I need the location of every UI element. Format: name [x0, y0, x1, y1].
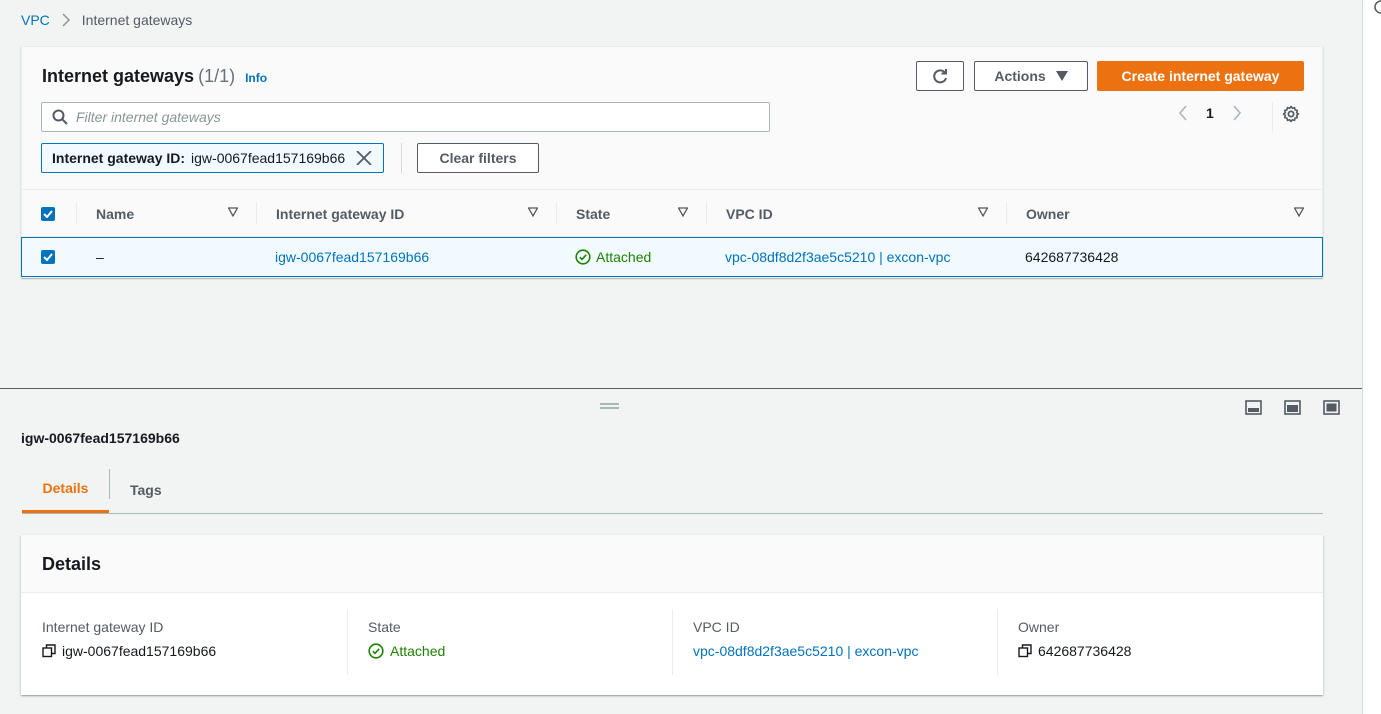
pagination: 1	[1178, 105, 1242, 121]
column-header-owner[interactable]: Owner	[1026, 190, 1322, 237]
tab-tags[interactable]: Tags	[130, 466, 162, 513]
column-header-vpc-id[interactable]: VPC ID	[726, 190, 1006, 237]
cell-gateway-id-link[interactable]: igw-0067fead157169b66	[275, 238, 429, 276]
breadcrumb-vpc-link[interactable]: VPC	[21, 12, 50, 28]
clear-filters-button[interactable]: Clear filters	[417, 143, 539, 173]
cell-state: Attached	[575, 238, 651, 276]
search-input[interactable]	[76, 109, 726, 125]
detail-tabs: Details Tags	[22, 466, 1323, 514]
filter-search[interactable]	[41, 102, 770, 132]
gear-icon	[1282, 105, 1300, 123]
actions-label: Actions	[994, 68, 1046, 84]
column-header-name[interactable]: Name	[96, 190, 256, 237]
panel-title-text: Internet gateways	[42, 66, 195, 86]
layout-middle-icon[interactable]	[1284, 400, 1301, 415]
status-success-icon	[575, 249, 591, 265]
split-panel-layout-controls	[1245, 400, 1340, 415]
right-edge-strip	[1363, 0, 1381, 714]
chevron-right-icon[interactable]	[1232, 105, 1242, 121]
page-number[interactable]: 1	[1206, 105, 1214, 121]
cell-name: –	[96, 249, 104, 265]
preferences-button[interactable]	[1282, 105, 1300, 126]
status-success-icon	[368, 643, 384, 659]
breadcrumb-current: Internet gateways	[81, 12, 193, 28]
detail-vpc-id-link[interactable]: vpc-08df8d2f3ae5c5210 | excon-vpc	[693, 643, 918, 659]
sort-caret-icon	[678, 207, 688, 217]
table-header: Name Internet gateway ID State VPC ID Ow…	[22, 189, 1322, 237]
layout-bottom-icon[interactable]	[1245, 400, 1262, 415]
details-card-title: Details	[42, 554, 102, 574]
column-header-internet-gateway-id[interactable]: Internet gateway ID	[276, 190, 556, 237]
details-card: Details Internet gateway ID igw-0067fead…	[21, 535, 1323, 695]
copy-icon[interactable]	[42, 644, 56, 658]
table-row[interactable]: – igw-0067fead157169b66 Attached vpc-08d…	[21, 237, 1323, 277]
sort-caret-icon	[528, 207, 538, 217]
tab-divider	[109, 469, 110, 499]
caret-down-icon	[1055, 71, 1068, 81]
sort-caret-icon	[228, 207, 238, 217]
help-panel-icon[interactable]	[1372, 0, 1381, 14]
filter-token: Internet gateway ID: igw-0067fead157169b…	[41, 143, 385, 173]
page-title: Internet gateways (1/1) Info	[42, 66, 267, 87]
cell-owner: 642687736428	[1025, 249, 1119, 265]
pager-divider	[1272, 102, 1273, 132]
sort-caret-icon	[978, 207, 988, 217]
detail-title: igw-0067fead157169b66	[21, 430, 180, 446]
select-all-cell	[41, 190, 81, 237]
copy-icon[interactable]	[1018, 644, 1032, 658]
split-panel-resize-handle[interactable]	[600, 403, 619, 409]
check-icon	[43, 209, 53, 218]
info-link[interactable]: Info	[245, 71, 267, 85]
refresh-icon	[933, 69, 947, 84]
detail-field-owner: Owner 642687736428	[1018, 619, 1132, 659]
create-internet-gateway-button[interactable]: Create internet gateway	[1097, 61, 1304, 91]
details-card-header: Details	[21, 535, 1323, 593]
panel-title-count: (1/1)	[198, 66, 236, 86]
sort-caret-icon	[1294, 207, 1304, 217]
layout-full-icon[interactable]	[1323, 400, 1340, 415]
cell-vpc-id-link[interactable]: vpc-08df8d2f3ae5c5210 | excon-vpc	[725, 238, 950, 276]
token-divider	[401, 143, 402, 173]
detail-field-gateway-id: Internet gateway ID igw-0067fead157169b6…	[42, 619, 217, 659]
detail-field-vpc-id: VPC ID vpc-08df8d2f3ae5c5210 | excon-vpc	[693, 619, 919, 659]
split-panel-divider	[0, 388, 1362, 389]
check-icon	[43, 253, 53, 261]
refresh-button[interactable]	[916, 61, 964, 91]
actions-button[interactable]: Actions	[974, 61, 1088, 91]
select-all-checkbox[interactable]	[41, 206, 55, 221]
search-icon	[52, 109, 68, 125]
row-checkbox[interactable]	[41, 250, 55, 264]
column-header-state[interactable]: State	[576, 190, 706, 237]
internet-gateways-panel: Internet gateways (1/1) Info Actions Cre…	[21, 46, 1323, 278]
tab-details[interactable]: Details	[22, 466, 109, 513]
filter-token-value: igw-0067fead157169b66	[191, 150, 346, 166]
filter-token-key: Internet gateway ID:	[52, 150, 186, 166]
breadcrumb: VPC Internet gateways	[21, 12, 192, 28]
detail-field-state: State Attached	[368, 619, 446, 659]
chevron-left-icon[interactable]	[1178, 105, 1188, 121]
row-select-cell	[41, 238, 55, 276]
chevron-right-icon	[62, 13, 70, 27]
close-icon[interactable]	[351, 151, 377, 165]
